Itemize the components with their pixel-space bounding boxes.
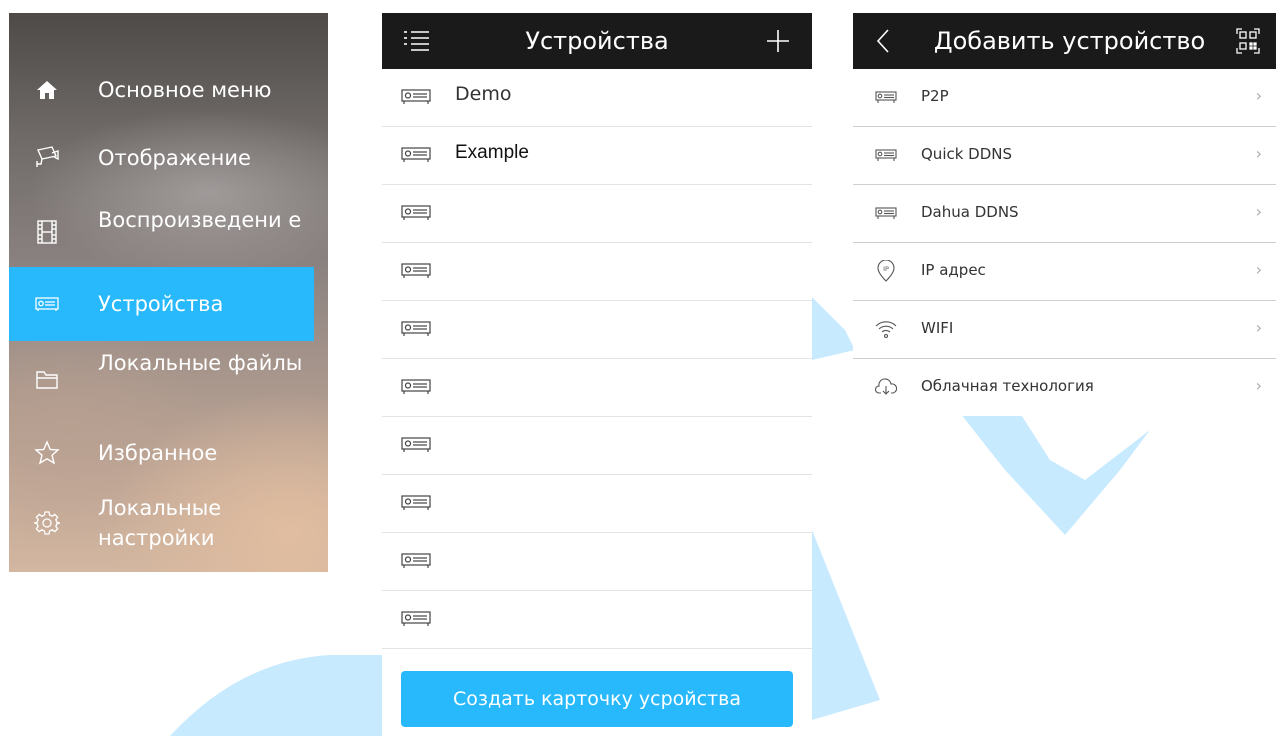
sidebar-item-live-view[interactable]: Отображение <box>9 133 314 181</box>
device-icon <box>34 291 60 317</box>
sidebar-item-main-menu[interactable]: Основное меню <box>9 66 314 114</box>
device-icon <box>401 89 431 109</box>
sidebar-item-favorites[interactable]: Избранное <box>9 428 314 478</box>
svg-text:IP: IP <box>883 265 889 273</box>
device-name: Example <box>455 142 529 163</box>
option-label: Облачная технология <box>921 377 1094 395</box>
device-icon <box>401 553 431 573</box>
sidebar-item-label: Избранное <box>98 441 218 465</box>
add-option-ip-address[interactable]: IP IP адрес › <box>853 243 1276 301</box>
sidebar-item-label: Воспроизведени е <box>98 208 302 232</box>
create-device-card-button[interactable]: Создать карточку усройства <box>401 671 793 727</box>
device-icon <box>401 437 431 457</box>
sidebar-item-label: Локальные файлы <box>98 351 303 375</box>
option-label: Dahua DDNS <box>921 203 1019 221</box>
device-name: Demo <box>455 83 512 105</box>
add-option-p2p[interactable]: P2P › <box>853 69 1276 127</box>
list-item[interactable] <box>382 475 812 533</box>
chevron-right-icon: › <box>1255 86 1262 105</box>
chevron-right-icon: › <box>1255 376 1262 395</box>
film-icon <box>34 219 60 245</box>
list-item[interactable]: Demo <box>382 69 812 127</box>
chevron-right-icon: › <box>1255 260 1262 279</box>
device-icon <box>874 86 898 108</box>
chevron-right-icon: › <box>1255 202 1262 221</box>
option-label: Quick DDNS <box>921 145 1013 163</box>
list-item[interactable] <box>382 301 812 359</box>
list-item[interactable]: Example <box>382 127 812 185</box>
sidebar-item-label: Устройства <box>98 292 224 316</box>
sidebar-item-label: Локальные настройки <box>98 496 222 550</box>
add-option-quick-ddns[interactable]: Quick DDNS › <box>853 127 1276 185</box>
option-label: P2P <box>921 87 949 105</box>
device-icon <box>401 495 431 515</box>
add-option-wifi[interactable]: WIFI › <box>853 301 1276 359</box>
device-icon <box>401 611 431 631</box>
cloud-icon <box>874 376 898 398</box>
chevron-right-icon: › <box>1255 144 1262 163</box>
device-icon <box>401 205 431 225</box>
option-label: IP адрес <box>921 261 986 279</box>
sidebar-item-label: Отображение <box>98 146 251 170</box>
home-icon <box>34 77 60 103</box>
sidebar-item-label: Основное меню <box>98 78 272 102</box>
device-icon <box>874 202 898 224</box>
device-icon <box>874 144 898 166</box>
sidebar-item-playback[interactable]: Воспроизведени е <box>9 196 314 268</box>
sidebar-item-devices[interactable]: Устройства <box>9 267 314 341</box>
devices-screen: Устройства Demo Example Создать карточку… <box>382 13 812 736</box>
star-icon <box>34 440 60 466</box>
add-option-cloud[interactable]: Облачная технология › <box>853 359 1276 416</box>
add-device-screen: Добавить устройство P2P › Quick DDNS › D… <box>853 13 1277 416</box>
sidebar-item-local-settings[interactable]: Локальные настройки <box>9 487 314 559</box>
list-item[interactable] <box>382 359 812 417</box>
devices-header: Устройства <box>382 13 812 69</box>
folder-icon <box>34 366 60 392</box>
add-device-header: Добавить устройство <box>853 13 1276 69</box>
side-menu: Основное меню Отображение Воспроизведени… <box>9 13 328 572</box>
device-icon <box>401 379 431 399</box>
add-option-dahua-ddns[interactable]: Dahua DDNS › <box>853 185 1276 243</box>
chevron-right-icon: › <box>1255 318 1262 337</box>
option-label: WIFI <box>921 319 954 337</box>
device-icon <box>401 263 431 283</box>
wifi-icon <box>874 318 898 340</box>
qr-scan-icon[interactable] <box>1236 28 1260 58</box>
list-item[interactable] <box>382 417 812 475</box>
list-item[interactable] <box>382 243 812 301</box>
device-icon <box>401 147 431 167</box>
gear-icon <box>34 510 60 536</box>
sidebar-item-local-files[interactable]: Локальные файлы <box>9 343 314 415</box>
list-item[interactable] <box>382 185 812 243</box>
list-item[interactable] <box>382 533 812 591</box>
ip-pin-icon: IP <box>874 260 898 282</box>
camera-icon <box>34 144 60 170</box>
list-item[interactable] <box>382 591 812 649</box>
device-icon <box>401 321 431 341</box>
plus-icon[interactable] <box>766 29 790 57</box>
page-title: Добавить устройство <box>933 27 1206 55</box>
page-title: Устройства <box>525 27 669 55</box>
